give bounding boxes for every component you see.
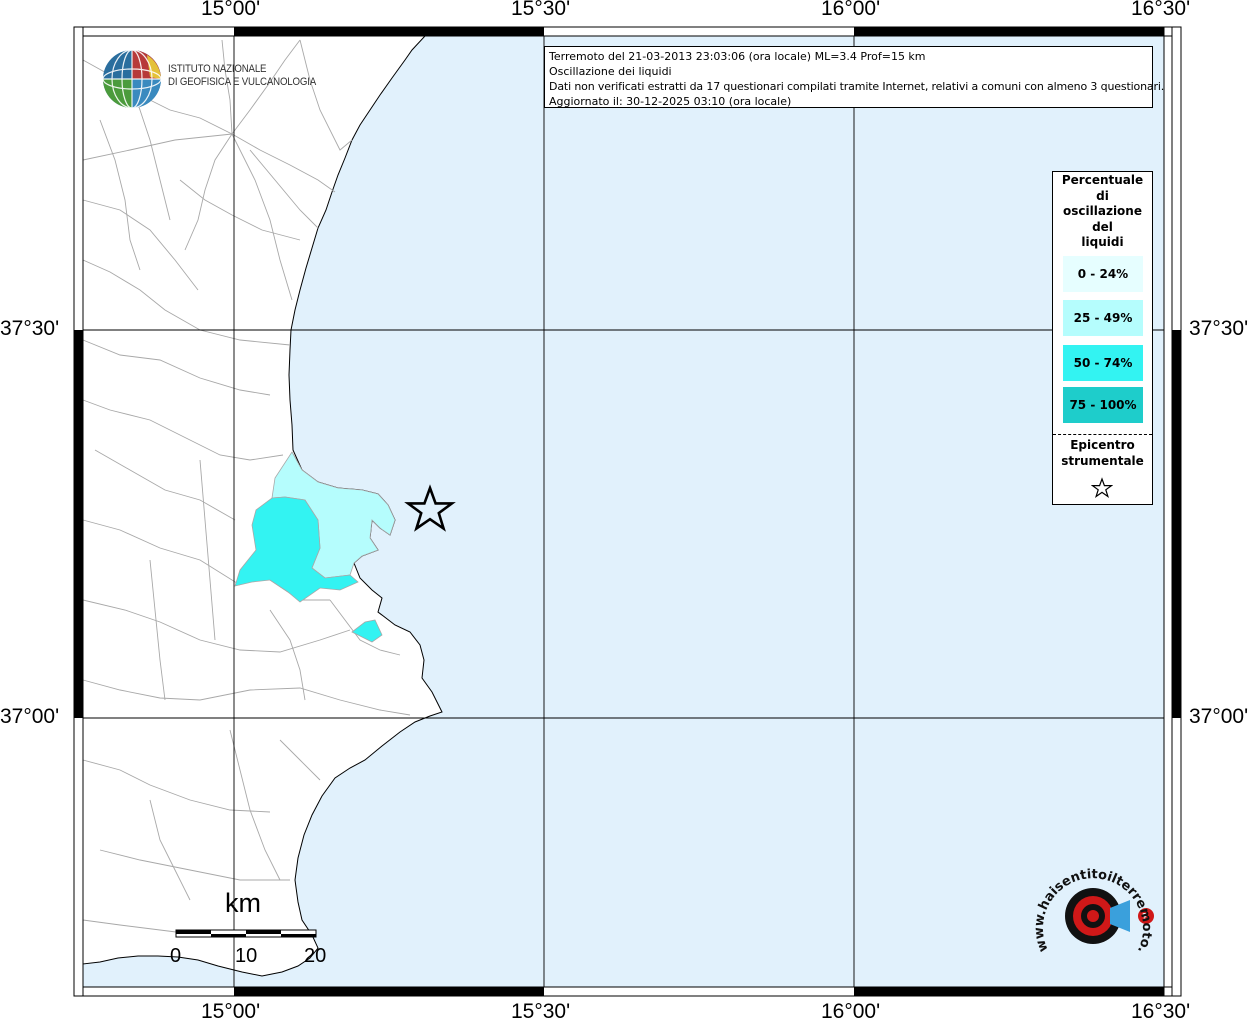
haisentitoilterremoto-logo-icon: ? www.haisentitoilterremoto.it [1030, 860, 1154, 955]
legend-title-line: Percentuale [1061, 173, 1144, 187]
legend-title-line: del [1092, 219, 1113, 234]
left-label-37-30: 37°30' [0, 317, 60, 340]
scale-label-0: 0 [170, 945, 182, 967]
legend-epicenter-label: Epicentro strumentale [1053, 438, 1152, 469]
top-label-16-00: 16°00' [821, 0, 881, 20]
legend-title-line: di [1096, 188, 1109, 203]
legend-swatch-0-24: 0 - 24% [1063, 256, 1143, 292]
bottom-label-15-30: 15°30' [511, 1000, 571, 1023]
event-info-line: Terremoto del 21-03-2013 23:03:06 (ora l… [549, 50, 926, 63]
bottom-label-16-30: 16°30' [1131, 1000, 1191, 1023]
top-label-16-30: 16°30' [1131, 0, 1191, 20]
top-label-15-30: 15°30' [511, 0, 571, 20]
bottom-label-15-00: 15°00' [201, 1000, 261, 1023]
right-label-37-30: 37°30' [1189, 317, 1249, 340]
ingv-name-line: DI GEOFISICA E VULCANOLOGIA [168, 76, 317, 88]
bottom-label-16-00: 16°00' [821, 1000, 881, 1023]
legend-divider [1053, 434, 1152, 435]
legend-swatch-50-74: 50 - 74% [1063, 345, 1143, 381]
legend-title-line: oscillazione [1063, 204, 1142, 218]
event-info-line: Dati non verificati estratti da 17 quest… [549, 80, 1165, 93]
legend-title: Percentuale di oscillazione del liquidi [1053, 173, 1152, 251]
ingv-name: ISTITUTO NAZIONALE DI GEOFISICA E VULCAN… [168, 63, 316, 89]
legend-epicenter-line: Epicentro [1070, 438, 1135, 452]
scale-label-20: 20 [304, 945, 327, 967]
event-info-line: Aggiornato il: 30-12-2025 03:10 (ora loc… [549, 95, 792, 108]
top-label-15-00: 15°00' [201, 0, 261, 20]
legend-title-line: liquidi [1081, 235, 1124, 249]
right-label-37-00: 37°00' [1189, 705, 1249, 728]
star-outline-icon [1091, 477, 1113, 498]
event-info-box: Terremoto del 21-03-2013 23:03:06 (ora l… [544, 46, 1165, 108]
ingv-globe-icon [102, 49, 162, 109]
legend-epicenter-line: strumentale [1061, 453, 1144, 468]
scale-bar [175, 929, 317, 938]
ingv-name-line: ISTITUTO NAZIONALE [168, 63, 267, 75]
legend-swatch-75-100: 75 - 100% [1063, 387, 1143, 423]
left-label-37-00: 37°00' [0, 705, 60, 728]
scale-label-10: 10 [235, 945, 258, 967]
scale-title: km [225, 888, 261, 918]
event-info-line: Oscillazione dei liquidi [549, 65, 672, 78]
legend-box: Percentuale di oscillazione del liquidi … [1052, 171, 1153, 505]
legend-swatch-25-49: 25 - 49% [1063, 300, 1143, 336]
